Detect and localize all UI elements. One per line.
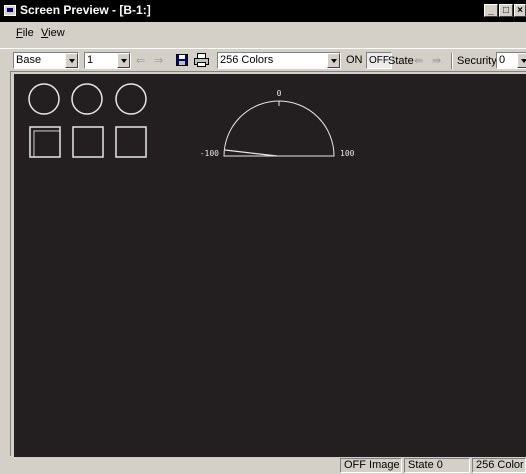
chevron-down-icon[interactable] xyxy=(327,53,340,68)
back-arrow-icon[interactable]: ⇐ xyxy=(136,54,145,67)
status-bar: OFF Image State 0 256 Color xyxy=(0,457,526,474)
state-label: State xyxy=(388,55,414,67)
close-button[interactable]: × xyxy=(514,4,526,17)
status-colors: 256 Color xyxy=(472,458,526,473)
toolbar-separator xyxy=(451,53,453,69)
title-bar: Screen Preview - [B-1:] _ □ × xyxy=(0,0,526,22)
maximize-button[interactable]: □ xyxy=(499,4,513,17)
lamp-circle[interactable] xyxy=(28,83,60,115)
meter-needle xyxy=(224,149,278,157)
on-button[interactable]: ON xyxy=(344,52,365,69)
toolbar: Base 1 ⇐ ⇒ 256 Colors ON OFF State ⇚ ⇛ S… xyxy=(0,48,526,70)
window-title: Screen Preview - [B-1:] xyxy=(20,3,151,17)
switch-square[interactable] xyxy=(29,126,61,158)
save-icon[interactable] xyxy=(176,54,188,66)
meter-min-label: -100 xyxy=(200,149,219,158)
minimize-button[interactable]: _ xyxy=(484,4,498,17)
app-icon xyxy=(4,5,16,16)
lamp-circle[interactable] xyxy=(115,83,147,115)
switch-square[interactable] xyxy=(115,126,147,158)
state-prev-icon[interactable]: ⇚ xyxy=(414,54,423,67)
meter-dial xyxy=(223,100,335,157)
forward-arrow-icon[interactable]: ⇒ xyxy=(154,54,163,67)
screen-number-value: 1 xyxy=(87,54,94,66)
security-label: Security xyxy=(457,55,497,67)
meter-max-label: 100 xyxy=(340,149,355,158)
switch-square[interactable] xyxy=(72,126,104,158)
screen-graphics: 0 -100 100 xyxy=(28,83,355,158)
switch-inner-frame xyxy=(33,130,61,158)
chevron-down-icon[interactable] xyxy=(117,53,130,68)
security-select[interactable]: 0 xyxy=(496,52,526,69)
menu-view[interactable]: View xyxy=(41,27,65,39)
state-next-icon[interactable]: ⇛ xyxy=(432,54,441,67)
screen-type-select[interactable]: Base xyxy=(13,52,79,69)
screen-type-value: Base xyxy=(16,54,42,66)
meter-mid-label: 0 xyxy=(277,89,282,98)
chevron-down-icon[interactable] xyxy=(65,53,78,68)
color-mode-value: 256 Colors xyxy=(220,54,274,66)
status-image: OFF Image xyxy=(340,458,402,473)
lamp-circle[interactable] xyxy=(71,83,103,115)
preview-canvas: 0 -100 100 xyxy=(14,74,526,457)
chevron-down-icon[interactable] xyxy=(517,53,526,68)
menu-bar: File View xyxy=(0,24,526,43)
security-value: 0 xyxy=(499,54,506,66)
screen-number-select[interactable]: 1 xyxy=(84,52,131,69)
color-mode-select[interactable]: 256 Colors xyxy=(217,52,341,69)
preview-frame: 0 -100 100 xyxy=(10,71,526,457)
menu-file[interactable]: File xyxy=(16,27,34,39)
print-icon[interactable] xyxy=(194,53,209,67)
status-state: State 0 xyxy=(404,458,470,473)
